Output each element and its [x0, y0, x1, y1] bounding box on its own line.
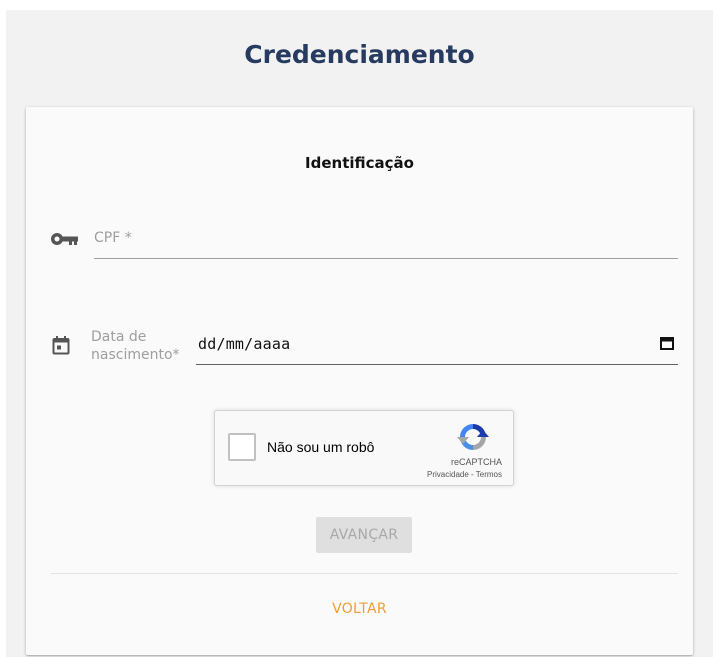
birth-date-label-line1: Data de — [91, 329, 147, 345]
cpf-input[interactable] — [94, 218, 682, 260]
key-icon — [51, 233, 78, 245]
recaptcha-links: Privacidade - Termos — [427, 470, 502, 479]
birth-date-label: Data de nascimento* — [91, 328, 191, 364]
form-card: Identificação CPF * Data de nascimento* … — [26, 107, 693, 655]
recaptcha-widget: Não sou um robô reCAPTCHA Privacidade - … — [214, 410, 514, 486]
birth-date-value: dd/mm/aaaa — [198, 335, 291, 353]
recaptcha-link-separator: - — [468, 470, 476, 479]
recaptcha-logo-icon — [457, 424, 489, 450]
section-title: Identificação — [305, 154, 414, 172]
birth-date-input[interactable]: dd/mm/aaaa — [196, 322, 678, 365]
page-background: Credenciamento Identificação CPF * Data … — [6, 10, 713, 657]
recaptcha-checkbox[interactable] — [228, 433, 256, 461]
back-button[interactable]: VOLTAR — [332, 601, 387, 617]
recaptcha-label: Não sou um robô — [267, 439, 375, 455]
recaptcha-terms-link[interactable]: Termos — [476, 470, 502, 479]
birth-date-label-line2: nascimento* — [91, 347, 180, 363]
advance-button[interactable]: AVANÇAR — [316, 517, 412, 553]
recaptcha-brand: reCAPTCHA — [450, 457, 502, 467]
calendar-icon — [52, 336, 70, 355]
recaptcha-privacy-link[interactable]: Privacidade — [427, 470, 469, 479]
page-title: Credenciamento — [244, 40, 475, 69]
calendar-picker-icon[interactable] — [660, 336, 674, 350]
cpf-field[interactable]: CPF * — [94, 218, 682, 260]
divider — [51, 573, 678, 574]
back-link-container: VOLTAR — [26, 601, 693, 617]
